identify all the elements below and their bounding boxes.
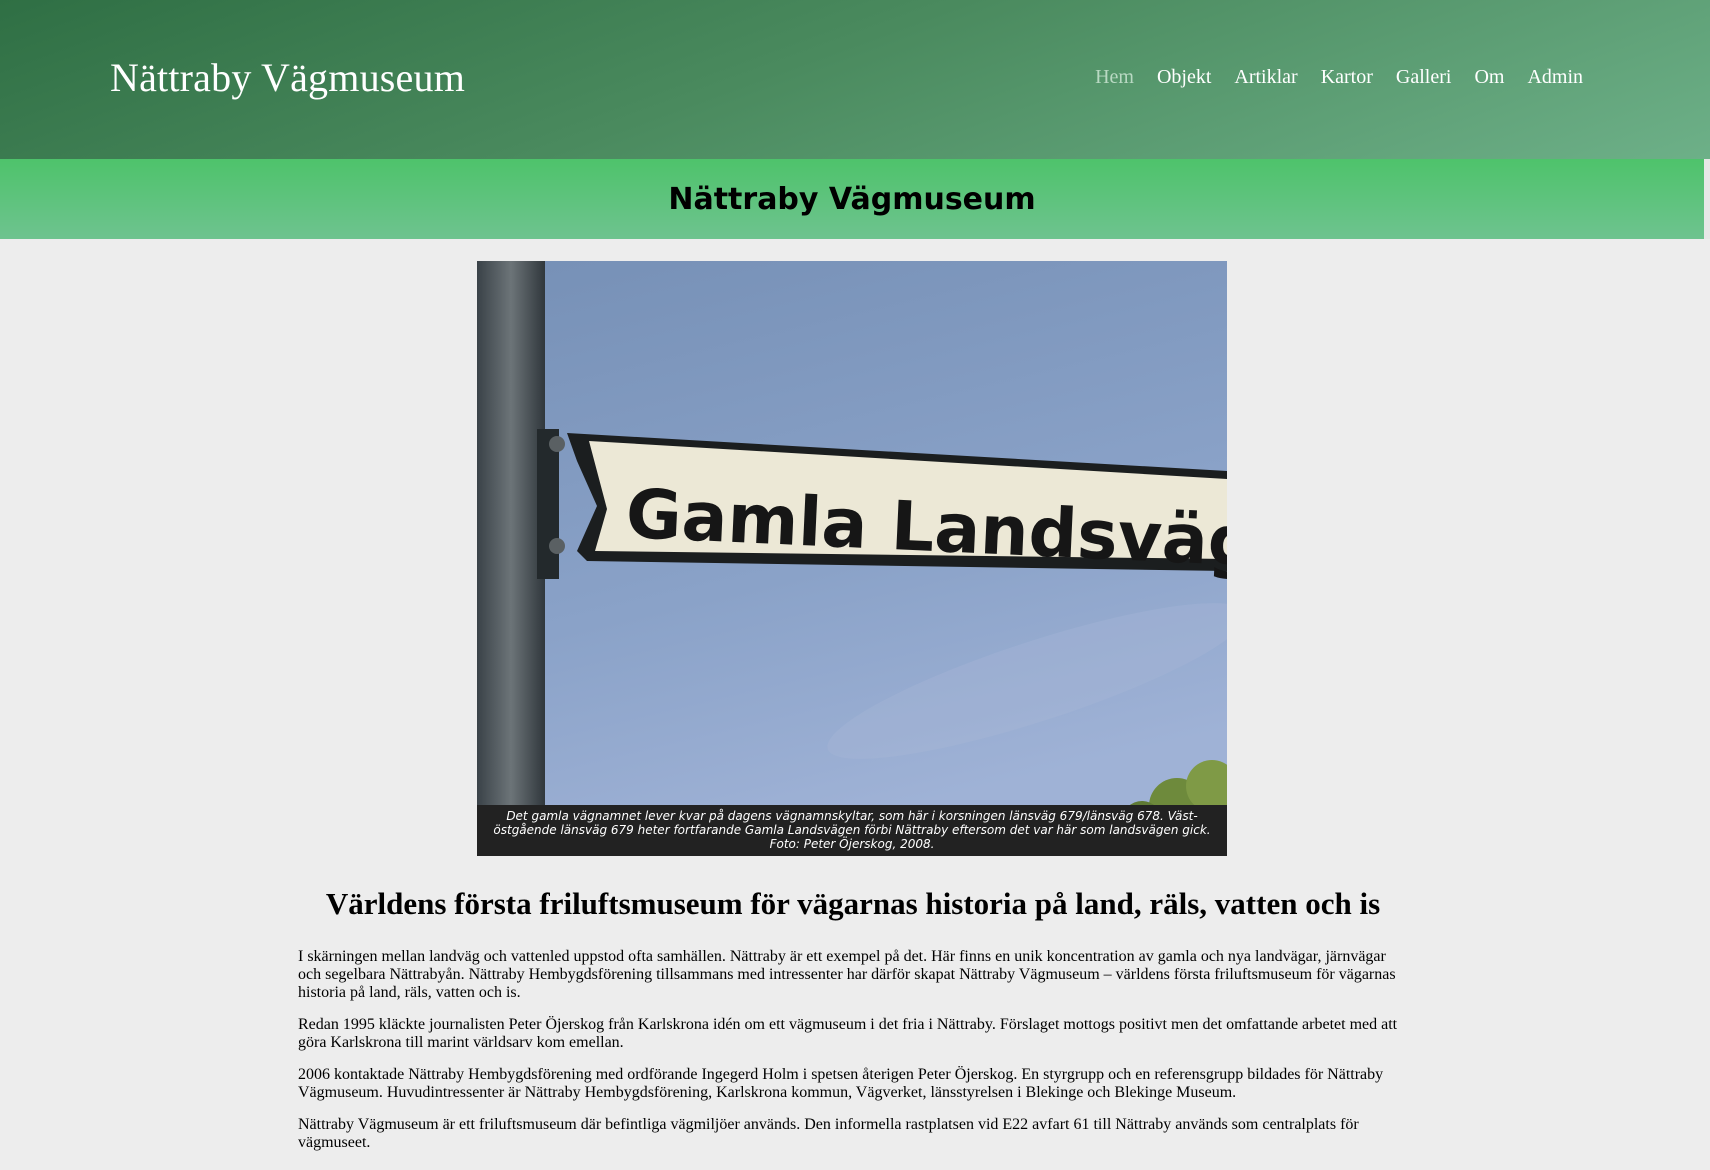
article-heading: Världens första friluftsmuseum för vägar… (325, 886, 1381, 921)
page-banner: Nättraby Vägmuseum (0, 159, 1704, 239)
page-title: Nättraby Vägmuseum (668, 181, 1036, 217)
site-header: Nättraby Vägmuseum Hem Objekt Artiklar K… (0, 0, 1710, 159)
nav-item-artiklar[interactable]: Artiklar (1234, 66, 1297, 89)
article-paragraph: I skärningen mellan landväg och vattenle… (298, 948, 1396, 1001)
banner-edge (1704, 159, 1710, 239)
sign-pole (477, 261, 545, 806)
nav-item-kartor[interactable]: Kartor (1321, 66, 1373, 89)
main-nav: Hem Objekt Artiklar Kartor Galleri Om Ad… (1095, 66, 1583, 89)
article-paragraph: Redan 1995 kläckte journalisten Peter Öj… (298, 1016, 1398, 1051)
article-paragraph: Nättraby Vägmuseum är ett friluftsmuseum… (298, 1116, 1359, 1151)
main-content: Världens första friluftsmuseum för vägar… (298, 880, 1408, 1166)
nav-item-hem[interactable]: Hem (1095, 66, 1134, 89)
photo-caption: Det gamla vägnamnet lever kvar på dagens… (477, 805, 1227, 856)
nav-item-om[interactable]: Om (1474, 66, 1504, 89)
site-title[interactable]: Nättraby Vägmuseum (110, 54, 465, 101)
nav-item-admin[interactable]: Admin (1527, 66, 1583, 89)
article-paragraph: 2006 kontaktade Nättraby Hembygdsförenin… (298, 1066, 1384, 1101)
nav-item-objekt[interactable]: Objekt (1157, 66, 1211, 89)
road-sign-photo: Gamla Landsvägen (477, 261, 1227, 856)
nav-item-galleri[interactable]: Galleri (1396, 66, 1452, 89)
featured-photo: Gamla Landsvägen Det gamla vägnamnet lev… (477, 261, 1227, 856)
